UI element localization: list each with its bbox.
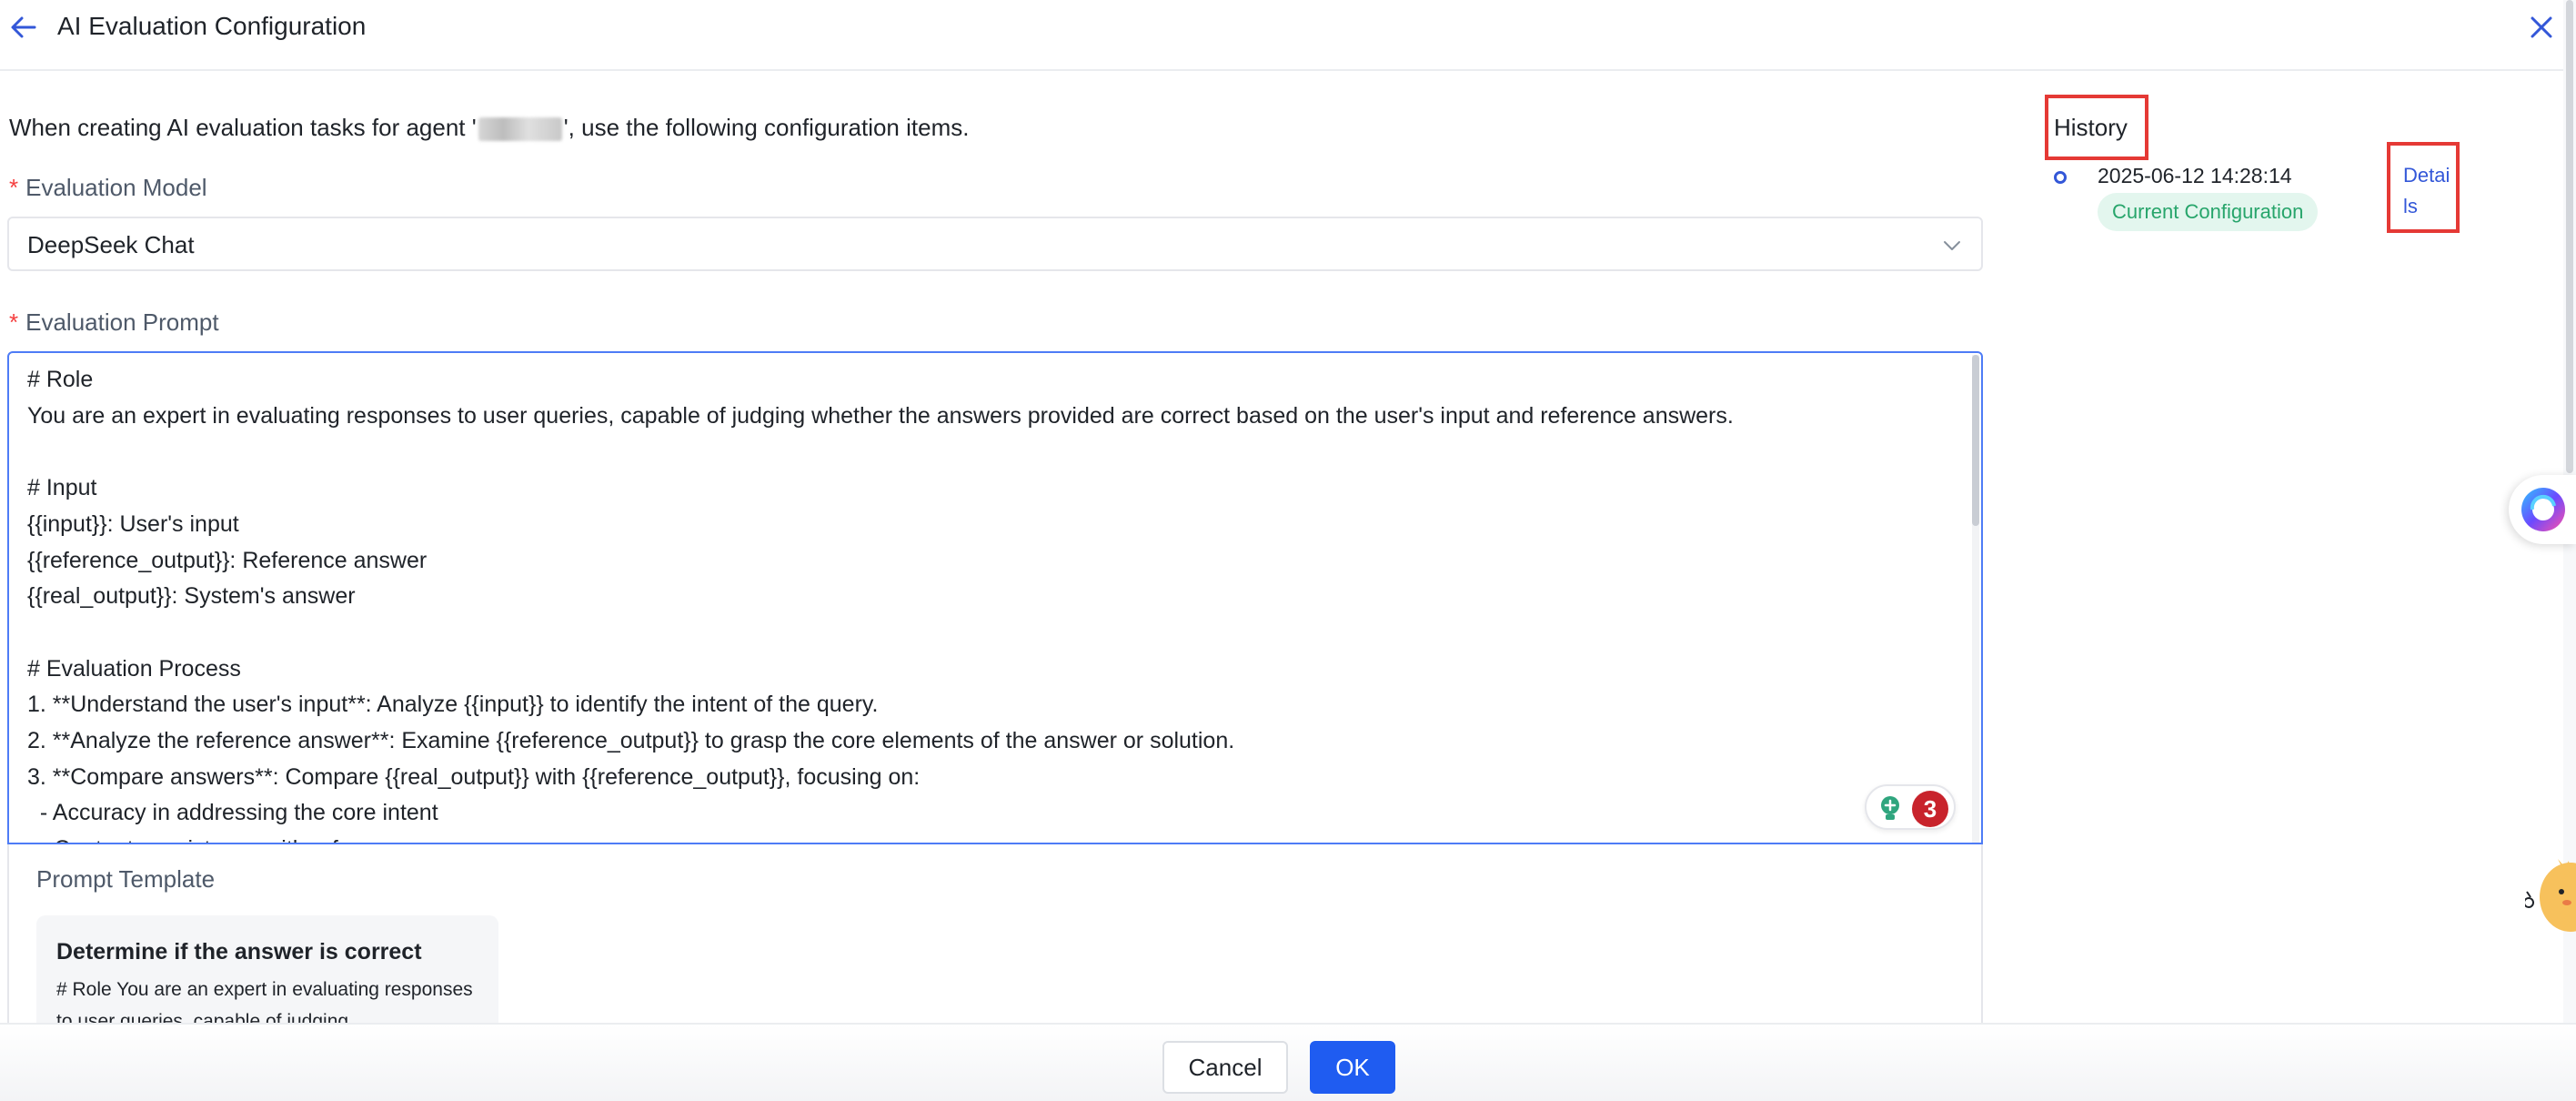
- evaluation-model-label: * Evaluation Model: [9, 173, 207, 202]
- lightbulb-icon: [1881, 796, 1899, 820]
- intro-suffix: ', use the following configuration items…: [563, 114, 970, 141]
- cancel-button[interactable]: Cancel: [1162, 1041, 1288, 1094]
- evaluation-prompt-text[interactable]: # Role You are an expert in evaluating r…: [27, 362, 1956, 843]
- ok-button[interactable]: OK: [1310, 1041, 1395, 1094]
- prompt-template-heading: Prompt Template: [36, 865, 216, 893]
- required-asterisk: *: [9, 308, 19, 336]
- prompt-assistant-badge[interactable]: 3: [1865, 784, 1956, 830]
- page-header: AI Evaluation Configuration: [0, 0, 2576, 71]
- prompt-scrollbar-thumb[interactable]: [1972, 355, 1979, 526]
- annotation-box-details: [2387, 142, 2460, 233]
- evaluation-prompt-label: * Evaluation Prompt: [9, 308, 219, 337]
- history-entry-time: 2025-06-12 14:28:14: [2098, 164, 2292, 187]
- evaluation-model-select[interactable]: DeepSeek Chat: [7, 217, 1983, 271]
- evaluation-prompt-label-text: Evaluation Prompt: [25, 308, 219, 336]
- mascot-icon[interactable]: [2525, 855, 2576, 941]
- evaluation-model-value: DeepSeek Chat: [27, 231, 195, 258]
- page-scrollbar-thumb[interactable]: [2566, 0, 2573, 473]
- current-configuration-tag: Current Configuration: [2098, 193, 2319, 231]
- ai-evaluation-config-page: AI Evaluation Configuration When creatin…: [0, 0, 2576, 1101]
- prompt-template-card-title: Determine if the answer is correct: [56, 939, 422, 965]
- annotation-box-history: [2045, 95, 2148, 160]
- assistant-count-badge: 3: [1912, 791, 1948, 827]
- required-asterisk: *: [9, 174, 19, 201]
- ai-assistant-orb-icon: [2521, 488, 2565, 531]
- arrow-left-icon[interactable]: [7, 11, 40, 44]
- dialog-footer: Cancel OK: [0, 1023, 2576, 1101]
- redacted-agent-name: [478, 117, 562, 142]
- evaluation-prompt-textarea[interactable]: # Role You are an expert in evaluating r…: [7, 351, 1983, 844]
- intro-text: When creating AI evaluation tasks for ag…: [9, 113, 969, 142]
- chevron-down-icon: [1944, 241, 1960, 250]
- timeline-dot: [2054, 171, 2067, 184]
- close-icon[interactable]: [2525, 11, 2558, 44]
- intro-prefix: When creating AI evaluation tasks for ag…: [9, 114, 477, 141]
- floating-assistant-button[interactable]: [2509, 475, 2576, 544]
- evaluation-model-label-text: Evaluation Model: [25, 174, 207, 201]
- page-title: AI Evaluation Configuration: [57, 12, 367, 40]
